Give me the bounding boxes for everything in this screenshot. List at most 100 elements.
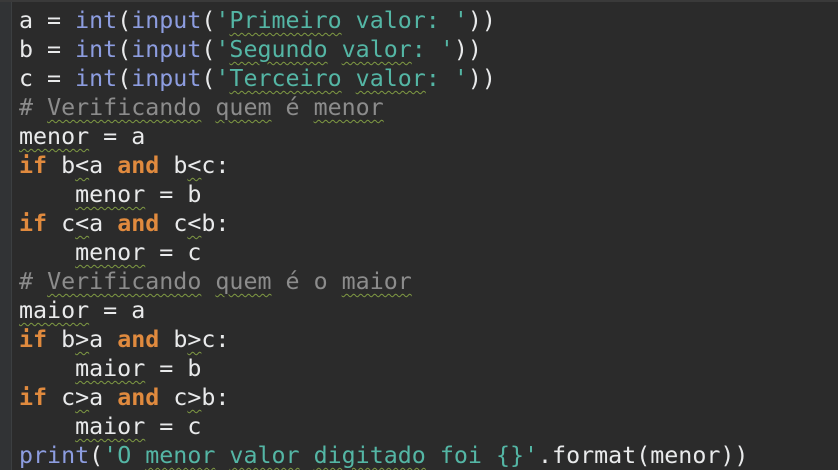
code-token: )) xyxy=(453,36,482,63)
code-token: foi {}' xyxy=(425,442,539,469)
code-token: b = xyxy=(19,36,76,63)
code-token: c xyxy=(159,384,188,411)
code-token: = b xyxy=(145,355,202,382)
code-token: and xyxy=(117,326,160,353)
code-token: é xyxy=(271,94,314,121)
code-token: menor xyxy=(75,239,146,266)
code-token: a xyxy=(89,384,118,411)
code-line[interactable]: if b>a and b>c: xyxy=(19,325,748,354)
code-token: ( xyxy=(117,36,132,63)
code-line[interactable]: if b<a and b<c: xyxy=(19,151,748,180)
code-token: a xyxy=(89,326,118,353)
code-line[interactable]: # Verificando quem é o maior xyxy=(19,267,748,296)
code-token: ( xyxy=(117,65,132,92)
code-token: c: xyxy=(201,326,230,353)
code-line[interactable]: maior = c xyxy=(19,412,748,441)
code-token: = c xyxy=(145,413,202,440)
code-token: and xyxy=(117,210,160,237)
code-token: c xyxy=(159,210,188,237)
code-token: b: xyxy=(201,210,230,237)
code-line[interactable]: a = int(input('Primeiro valor: ')) xyxy=(19,6,748,35)
code-token: input xyxy=(131,65,202,92)
code-token: menor xyxy=(145,442,216,469)
code-token: input xyxy=(131,7,202,34)
code-line[interactable]: if c<a and c<b: xyxy=(19,209,748,238)
code-token: = a xyxy=(89,297,146,324)
code-line[interactable]: if c>a and c>b: xyxy=(19,383,748,412)
code-token: a xyxy=(89,152,118,179)
code-line[interactable]: # Verificando quem é menor xyxy=(19,93,748,122)
code-token: a xyxy=(89,210,118,237)
code-token: 'O xyxy=(103,442,146,469)
code-token: ( xyxy=(201,36,216,63)
code-token: > xyxy=(75,384,90,411)
code-line[interactable]: menor = a xyxy=(19,122,748,151)
code-token: ( xyxy=(117,7,132,34)
code-token: maior xyxy=(19,297,90,324)
code-token: valor: ' xyxy=(341,7,468,34)
code-line[interactable]: b = int(input('Segundo valor: ')) xyxy=(19,35,748,64)
code-token: b: xyxy=(201,384,230,411)
code-token: ( xyxy=(89,442,104,469)
code-token: int xyxy=(75,65,118,92)
code-token: )) xyxy=(467,65,496,92)
code-line[interactable]: menor = b xyxy=(19,180,748,209)
code-token: digitado xyxy=(313,442,426,469)
code-token: > xyxy=(75,326,90,353)
code-token: c xyxy=(47,384,76,411)
code-token: = a xyxy=(89,123,146,150)
code-token: # xyxy=(19,268,48,295)
code-line[interactable]: maior = b xyxy=(19,354,748,383)
code-token: if xyxy=(19,326,48,353)
code-token: if xyxy=(19,152,48,179)
code-token: Verificando xyxy=(47,94,202,121)
code-token: b xyxy=(47,152,76,179)
code-token: b xyxy=(159,152,188,179)
code-token: c = xyxy=(19,65,76,92)
code-token: = c xyxy=(145,239,202,266)
code-token: # xyxy=(19,94,48,121)
code-editor[interactable]: a = int(input('Primeiro valor: ')) b = in… xyxy=(0,0,838,470)
code-token: Segundo xyxy=(229,36,328,63)
code-token: Terceiro xyxy=(229,65,342,92)
code-token: Verificando xyxy=(47,268,202,295)
code-area[interactable]: a = int(input('Primeiro valor: ')) b = in… xyxy=(19,6,748,470)
code-token: < xyxy=(75,210,90,237)
code-line[interactable]: maior = a xyxy=(19,296,748,325)
code-token: c: xyxy=(201,152,230,179)
code-token: < xyxy=(187,210,202,237)
code-token: int xyxy=(75,36,118,63)
code-token: ' xyxy=(215,65,230,92)
editor-gutter xyxy=(0,2,12,470)
code-line[interactable]: c = int(input('Terceiro valor: ')) xyxy=(19,64,748,93)
code-token: > xyxy=(187,384,202,411)
code-line[interactable]: menor = c xyxy=(19,238,748,267)
code-token: quem xyxy=(215,268,272,295)
code-token: é o xyxy=(271,268,342,295)
code-line[interactable]: print('O menor valor digitado foi {}'.fo… xyxy=(19,441,748,470)
code-token: quem xyxy=(215,94,272,121)
code-token: and xyxy=(117,152,160,179)
code-token: and xyxy=(117,384,160,411)
code-token: < xyxy=(187,152,202,179)
code-token: b xyxy=(47,326,76,353)
code-token: ( xyxy=(201,7,216,34)
code-token: )) xyxy=(467,7,496,34)
code-token: b xyxy=(159,326,188,353)
code-token: valor xyxy=(229,442,300,469)
code-token: print xyxy=(19,442,90,469)
code-token: menor xyxy=(19,123,90,150)
code-token: maior xyxy=(75,413,146,440)
code-token: .format(menor)) xyxy=(538,442,749,469)
code-token: ' xyxy=(215,36,230,63)
code-token: Primeiro xyxy=(229,7,342,34)
